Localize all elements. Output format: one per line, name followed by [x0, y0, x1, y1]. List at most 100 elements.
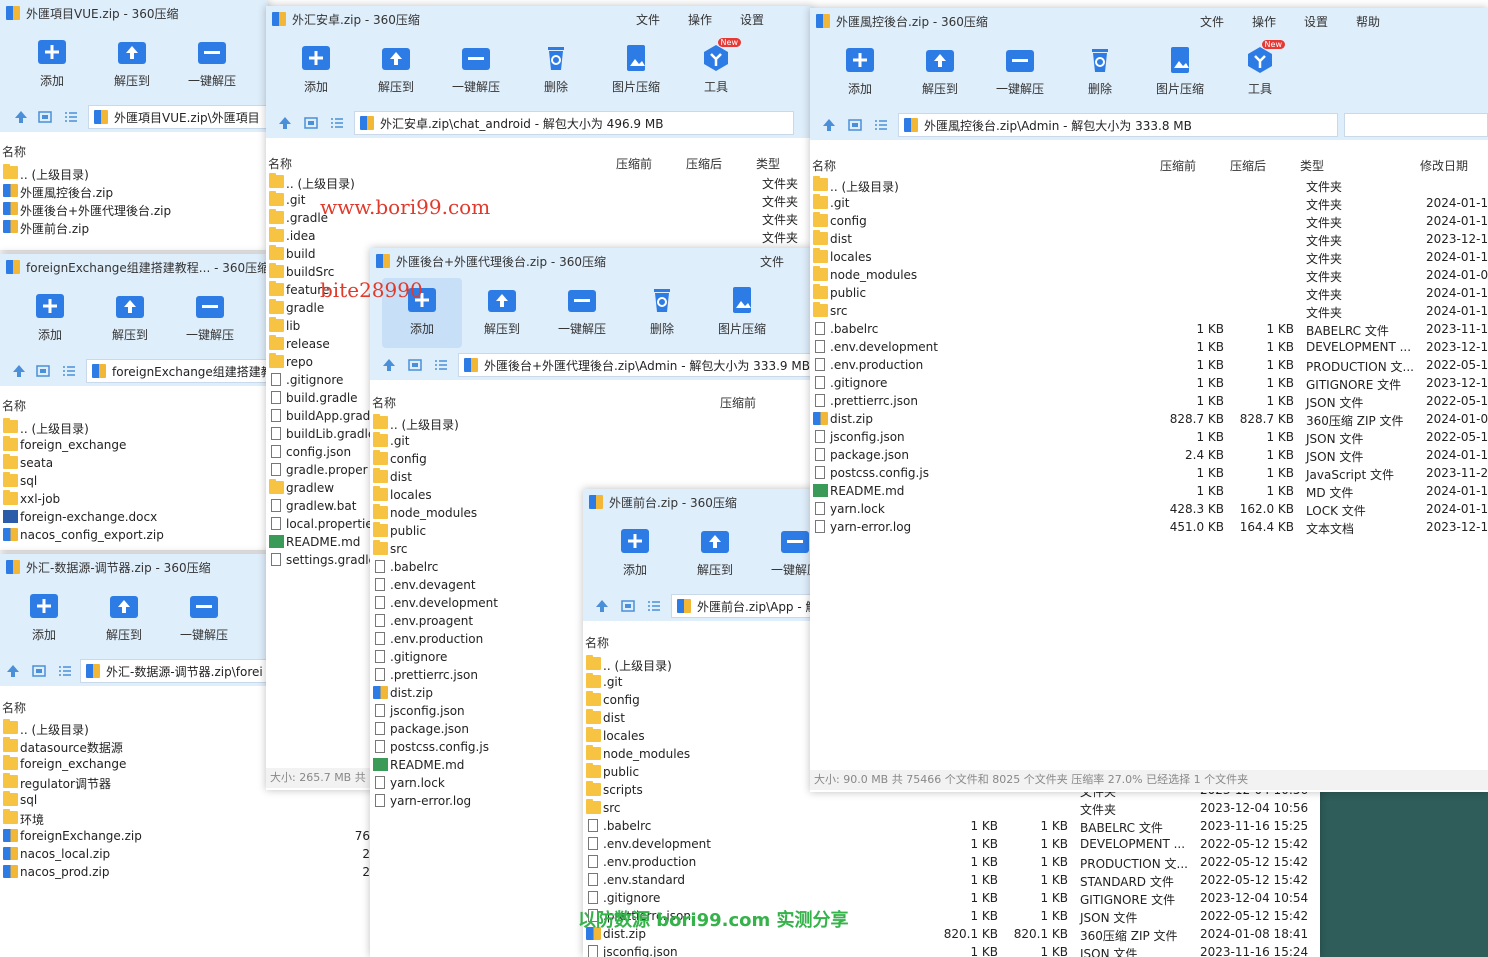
- col-name[interactable]: 名称: [585, 634, 609, 651]
- table-row[interactable]: yarn-error.log 451.0 KB 164.4 KB 文本文档 2023-1…: [810, 518, 1488, 536]
- table-row[interactable]: config: [370, 450, 814, 468]
- view-icon[interactable]: [32, 664, 46, 678]
- title-bar[interactable]: foreignExchange组建搭建教程... - 360压缩: [0, 254, 268, 280]
- list-icon[interactable]: [647, 599, 661, 613]
- search-input[interactable]: [1344, 113, 1488, 137]
- extract-to-button[interactable]: 解压到: [90, 284, 170, 343]
- menu-file[interactable]: 文件: [1200, 13, 1224, 30]
- table-row[interactable]: src 文件夹 2023-12-04 10:56: [583, 799, 1320, 817]
- add-button[interactable]: 添加: [595, 519, 675, 578]
- up-arrow-icon[interactable]: [822, 118, 836, 132]
- add-button[interactable]: 添加: [820, 38, 900, 97]
- list-icon[interactable]: [62, 364, 76, 378]
- table-row[interactable]: .prettierrc.json 1 KB 1 KB JSON 文件 2022-05-1…: [810, 392, 1488, 410]
- tools-button[interactable]: New 工具: [1220, 38, 1300, 97]
- path-field[interactable]: 外匯項目VUE.zip\外匯項目: [88, 105, 268, 129]
- table-row[interactable]: .git: [370, 432, 814, 450]
- up-arrow-icon[interactable]: [595, 599, 609, 613]
- one-click-extract-button[interactable]: 一键解压: [980, 38, 1060, 97]
- table-row[interactable]: README.md 1 KB 1 KB MD 文件 2024-01-16: [810, 482, 1488, 500]
- table-row[interactable]: foreign_exchange: [0, 436, 268, 454]
- view-icon[interactable]: [38, 110, 52, 124]
- col-type[interactable]: 类型: [756, 155, 780, 172]
- table-row[interactable]: .babelrc 1 KB 1 KB BABELRC 文件 2023-11-16 15:…: [583, 817, 1320, 835]
- col-before[interactable]: 压缩前: [616, 155, 652, 172]
- col-before[interactable]: 压缩前: [720, 394, 756, 411]
- table-row[interactable]: .env.production 1 KB 1 KB PRODUCTION 文... 20…: [583, 853, 1320, 871]
- title-bar[interactable]: 外匯風控後台.zip - 360压缩 文件 操作 设置 帮助: [810, 8, 1488, 34]
- list-icon[interactable]: [58, 664, 72, 678]
- parent-dir-row[interactable]: .. (上级目录) 文件夹: [810, 176, 1488, 194]
- menu-file[interactable]: 文件: [636, 11, 660, 28]
- view-icon[interactable]: [304, 116, 318, 130]
- table-row[interactable]: nacos_config_export.zip: [0, 526, 268, 544]
- path-field[interactable]: 外匯風控後台.zip\Admin - 解包大小为 333.8 MB: [898, 113, 1338, 137]
- up-arrow-icon[interactable]: [14, 110, 28, 124]
- one-click-extract-button[interactable]: 一键解压: [164, 584, 244, 643]
- table-row[interactable]: dist.zip 828.7 KB 828.7 KB 360压缩 ZIP 文件 2024…: [810, 410, 1488, 428]
- list-icon[interactable]: [330, 116, 344, 130]
- table-row[interactable]: node_modules 文件夹 2024-01-08: [810, 266, 1488, 284]
- menu-operation[interactable]: 操作: [688, 11, 712, 28]
- path-field[interactable]: 外汇安卓.zip\chat_android - 解包大小为 496.9 MB: [354, 111, 794, 135]
- table-row[interactable]: .gitignore 1 KB 1 KB GITIGNORE 文件 2023-12-12: [810, 374, 1488, 392]
- view-icon[interactable]: [621, 599, 635, 613]
- menu-operation[interactable]: 操作: [1252, 13, 1276, 30]
- table-row[interactable]: package.json 2.4 KB 1 KB JSON 文件 2024-01-16: [810, 446, 1488, 464]
- view-icon[interactable]: [36, 364, 50, 378]
- menu-settings[interactable]: 设置: [740, 11, 764, 28]
- table-row[interactable]: xxl-job: [0, 490, 268, 508]
- table-row[interactable]: 外匯風控後台.zip: [0, 182, 268, 200]
- table-row[interactable]: 环境: [0, 809, 372, 827]
- table-row[interactable]: .gitignore 1 KB 1 KB GITIGNORE 文件 2023-12-04…: [583, 889, 1320, 907]
- one-click-extract-button[interactable]: 一键解压: [170, 284, 250, 343]
- path-field[interactable]: 外匯後台+外匯代理後台.zip\Admin - 解包大小为 333.9 MB: [458, 353, 812, 377]
- list-icon[interactable]: [64, 110, 78, 124]
- title-bar[interactable]: 外汇安卓.zip - 360压缩 文件 操作 设置: [266, 6, 812, 32]
- tools-button[interactable]: New 工具: [676, 36, 756, 95]
- col-name[interactable]: 名称: [372, 394, 396, 411]
- col-name[interactable]: 名称: [2, 397, 26, 414]
- delete-button[interactable]: 删除: [622, 278, 702, 337]
- col-after[interactable]: 压缩后: [1230, 157, 1266, 174]
- parent-dir-row[interactable]: .. (上级目录): [0, 418, 268, 436]
- title-bar[interactable]: 外匯項目VUE.zip - 360压缩: [0, 0, 268, 26]
- table-row[interactable]: dist: [370, 468, 814, 486]
- add-button[interactable]: 添加: [10, 284, 90, 343]
- extract-to-button[interactable]: 解压到: [462, 278, 542, 337]
- table-row[interactable]: public 文件夹 2024-01-16: [810, 284, 1488, 302]
- view-icon[interactable]: [408, 358, 422, 372]
- image-compress-button[interactable]: 图片压缩: [596, 36, 676, 95]
- table-row[interactable]: .env.production 1 KB 1 KB PRODUCTION 文... 20…: [810, 356, 1488, 374]
- col-date[interactable]: 修改日期: [1420, 157, 1468, 174]
- title-bar[interactable]: 外匯後台+外匯代理後台.zip - 360压缩 文件: [370, 248, 814, 274]
- table-row[interactable]: .git 文件夹 2024-01-16: [810, 194, 1488, 212]
- col-type[interactable]: 类型: [1300, 157, 1324, 174]
- extract-to-button[interactable]: 解压到: [84, 584, 164, 643]
- table-row[interactable]: .idea 文件夹: [266, 227, 812, 245]
- table-row[interactable]: src 文件夹 2024-01-16: [810, 302, 1488, 320]
- path-field[interactable]: 外汇-数据源-调节器.zip\forei: [80, 659, 272, 683]
- table-row[interactable]: .env.development 1 KB 1 KB DEVELOPMENT ... 2…: [583, 835, 1320, 853]
- table-row[interactable]: .env.development 1 KB 1 KB DEVELOPMENT ... 2…: [810, 338, 1488, 356]
- up-arrow-icon[interactable]: [12, 364, 26, 378]
- table-row[interactable]: config 文件夹 2024-01-16: [810, 212, 1488, 230]
- view-icon[interactable]: [848, 118, 862, 132]
- table-row[interactable]: .env.standard 1 KB 1 KB STANDARD 文件 2022-05-…: [583, 871, 1320, 889]
- extract-to-button[interactable]: 解压到: [356, 36, 436, 95]
- menu-settings[interactable]: 设置: [1304, 13, 1328, 30]
- add-button[interactable]: 添加: [276, 36, 356, 95]
- col-name[interactable]: 名称: [2, 699, 26, 716]
- table-row[interactable]: yarn.lock 428.3 KB 162.0 KB LOCK 文件 2024-01-…: [810, 500, 1488, 518]
- table-row[interactable]: sql: [0, 472, 268, 490]
- add-button[interactable]: 添加: [4, 584, 84, 643]
- image-compress-button[interactable]: 图片压缩: [702, 278, 782, 337]
- one-click-extract-button[interactable]: 一键解压: [542, 278, 622, 337]
- table-row[interactable]: postcss.config.js 1 KB 1 KB JavaScript 文件 20…: [810, 464, 1488, 482]
- table-row[interactable]: jsconfig.json 1 KB 1 KB JSON 文件 2023-11-16 1…: [583, 943, 1320, 957]
- table-row[interactable]: nacos_prod.zip 2: [0, 863, 372, 881]
- table-row[interactable]: 外匯前台.zip: [0, 218, 268, 236]
- table-row[interactable]: foreign-exchange.docx: [0, 508, 268, 526]
- table-row[interactable]: foreignExchange.zip 76: [0, 827, 372, 845]
- table-row[interactable]: locales 文件夹 2024-01-16: [810, 248, 1488, 266]
